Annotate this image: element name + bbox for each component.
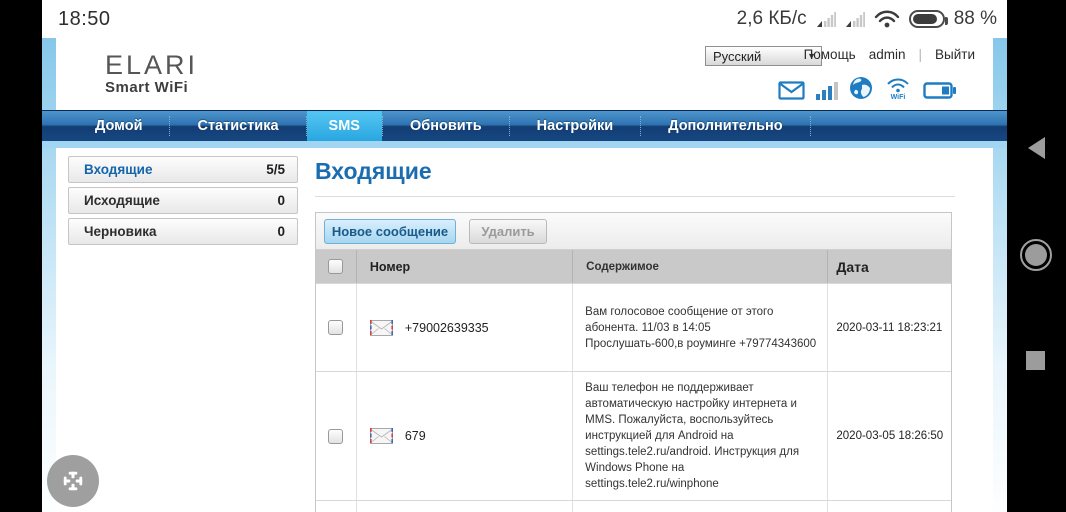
title-divider	[315, 196, 955, 197]
logo-subtitle: Smart WiFi	[105, 79, 189, 96]
phone-screen: 18:50 2,6 КБ/с 88 % ELARI Smart WiFi Рус…	[0, 0, 1066, 512]
sidebar-item-label: Исходящие	[84, 193, 160, 208]
column-header-number: Номер	[355, 250, 572, 283]
nav-item-settings[interactable]: Настройки	[510, 111, 641, 141]
battery-percent: 88 %	[953, 8, 997, 29]
nav-item-sms[interactable]: SMS	[306, 111, 382, 141]
link-divider: |	[918, 47, 923, 62]
nav-item-label: SMS	[328, 118, 360, 134]
home-icon[interactable]	[1020, 239, 1052, 271]
message-date: 2020-03-05 18:26:50	[836, 430, 944, 442]
message-number: 679	[404, 429, 426, 443]
envelope-icon	[369, 319, 393, 336]
status-bar: 18:50 2,6 КБ/с 88 %	[42, 0, 1007, 38]
android-navigation-bar	[1007, 0, 1066, 512]
browser-viewport: ELARI Smart WiFi Русский ▼ Помощь admin …	[42, 38, 1007, 512]
sidebar-item-drafts[interactable]: Черновика 0	[68, 218, 298, 245]
nav-item-update[interactable]: Обновить	[383, 111, 509, 141]
row-checkbox[interactable]	[328, 320, 344, 335]
sidebar-item-label: Черновика	[84, 224, 157, 239]
delete-button[interactable]: Удалить	[469, 218, 547, 244]
table-row: 679 Ваш телефон не поддерживает автомати…	[316, 371, 951, 500]
sidebar-item-count: 5/5	[266, 162, 285, 177]
sidebar-item-outbox[interactable]: Исходящие 0	[68, 187, 298, 214]
sidebar-item-label: Входящие	[84, 162, 153, 177]
nav-item-advanced[interactable]: Дополнительно	[641, 111, 809, 141]
nav-item-label: Настройки	[536, 118, 614, 134]
table-row	[316, 500, 951, 512]
globe-icon	[850, 77, 872, 99]
username-label: admin	[868, 47, 906, 62]
new-message-button[interactable]: Новое сообщение	[324, 218, 456, 244]
signal-bars-sim2-icon	[845, 11, 865, 27]
network-speed: 2,6 КБ/с	[736, 8, 807, 29]
display-cutout	[0, 0, 42, 512]
column-header-date: Дата	[827, 250, 951, 283]
sidebar-item-inbox[interactable]: Входящие 5/5	[68, 156, 298, 183]
nav-item-label: Статистика	[197, 118, 279, 134]
language-selected-value: Русский	[713, 48, 762, 64]
page-title: Входящие	[315, 158, 432, 184]
row-checkbox[interactable]	[328, 428, 344, 444]
nav-item-home[interactable]: Домой	[68, 111, 169, 141]
logout-link[interactable]: Выйти	[935, 47, 975, 62]
signal-bars-sim1-icon	[816, 11, 836, 27]
nav-item-label: Обновить	[409, 118, 482, 134]
logo-title: ELARI	[105, 50, 199, 80]
message-content: Вам голосовое сообщение от этого абонент…	[585, 305, 817, 350]
messages-toolbar: Новое сообщение Удалить	[316, 213, 951, 250]
nav-divider	[809, 116, 811, 136]
nav-item-label: Дополнительно	[668, 118, 783, 134]
battery-icon	[908, 10, 948, 28]
sidebar-item-count: 0	[277, 224, 285, 239]
quick-ball-icon	[63, 471, 83, 491]
messages-panel: Новое сообщение Удалить Номер Содержимое…	[315, 212, 952, 512]
message-date: 2020-03-11 18:23:21	[836, 321, 943, 334]
envelope-icon	[369, 428, 393, 444]
nav-underline	[42, 141, 1007, 148]
header-links: Помощь admin | Выйти	[804, 47, 975, 62]
message-content: Ваш телефон не поддерживает автоматическ…	[585, 382, 800, 490]
sidebar-item-count: 0	[277, 193, 285, 208]
status-time: 18:50	[58, 7, 111, 30]
nav-item-label: Домой	[95, 118, 143, 134]
wifi-icon-label: WiFi	[891, 94, 906, 100]
select-all-checkbox[interactable]	[328, 259, 344, 274]
wifi-icon	[874, 10, 899, 28]
signal-bars-icon	[816, 82, 838, 100]
message-number: +79002639335	[404, 320, 489, 335]
assistive-touch-ball[interactable]	[47, 455, 99, 507]
wifi-icon: WiFi	[887, 78, 909, 100]
recents-icon[interactable]	[1026, 351, 1045, 370]
back-icon[interactable]	[1028, 137, 1045, 159]
main-nav: Домой Статистика SMS Обновить Настройки …	[42, 110, 1007, 141]
router-status-icons: WiFi	[778, 74, 957, 100]
nav-item-statistics[interactable]: Статистика	[170, 111, 305, 141]
table-header-row: Номер Содержимое Дата	[316, 250, 951, 283]
table-row: +79002639335 Вам голосовое сообщение от …	[316, 283, 951, 371]
status-indicators: 2,6 КБ/с 88 %	[737, 8, 997, 30]
help-link[interactable]: Помощь	[804, 47, 856, 62]
column-header-content: Содержимое	[572, 250, 827, 283]
battery-icon	[923, 82, 956, 99]
mail-icon	[778, 81, 805, 100]
elari-logo: ELARI Smart WiFi	[105, 51, 198, 96]
